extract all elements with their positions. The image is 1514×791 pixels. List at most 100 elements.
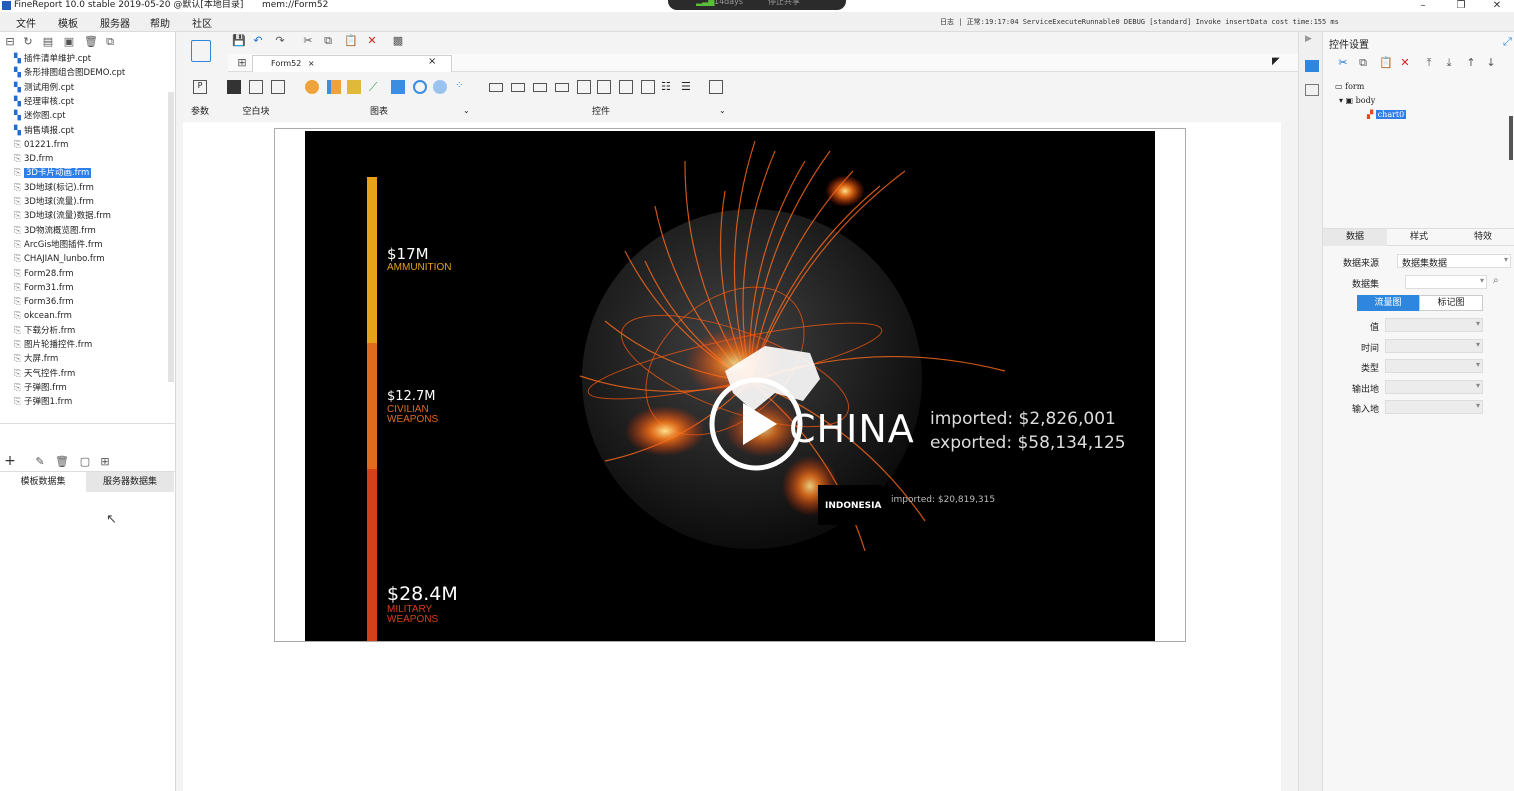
file-item[interactable]: ⎘ 下载分析.frm [14, 324, 75, 338]
log-status[interactable]: 日志 | 正常:19:17:04 ServiceExecuteRunnable0… [940, 17, 1339, 27]
data-source-select[interactable]: 数据集数据 ▾ [1397, 254, 1511, 269]
file-item[interactable]: ⎘ 子弹图.frm [14, 381, 67, 395]
file-item[interactable]: ▚ 插件清单维护.cpt [14, 52, 91, 66]
add-dataset-icon[interactable]: + [4, 454, 16, 468]
edit-dataset-icon[interactable]: ✎ [34, 456, 46, 468]
pie-chart-icon[interactable] [305, 80, 319, 94]
stop-share-button[interactable]: 停止共享 [768, 0, 800, 12]
toggle-marker-map[interactable]: 标记图 [1419, 295, 1483, 311]
panel-scroll-handle[interactable] [1509, 116, 1513, 160]
file-item[interactable]: ⎘ Form28.frm [14, 267, 74, 281]
file-item[interactable]: ⎘ 3D地球(标记).frm [14, 181, 94, 195]
locate-icon[interactable]: ▣ [63, 36, 75, 48]
preview-dataset-icon[interactable]: ▢ [79, 456, 91, 468]
file-item[interactable]: ⎘ 子弹图1.frm [14, 395, 72, 409]
tab-effects[interactable]: 特效 [1451, 229, 1514, 246]
paste-icon[interactable]: 📋 [344, 35, 358, 47]
file-item[interactable]: ⎘ 图片轮播控件.frm [14, 338, 92, 352]
new-folder-icon[interactable]: ⊟ [4, 36, 16, 48]
delete-icon[interactable]: ✕ [366, 35, 378, 47]
list-widget-icon[interactable] [619, 80, 633, 94]
blank-block-icon[interactable] [227, 80, 241, 94]
menu-server[interactable]: 服务器 [100, 15, 130, 30]
copy-icon[interactable]: ⧉ [104, 36, 116, 48]
field-select[interactable]: ▾ [1385, 400, 1483, 414]
dataset-select[interactable]: ▾ [1405, 275, 1487, 289]
dataset-settings-icon[interactable]: ⊞ [99, 456, 111, 468]
screen-share-bar[interactable]: ▂▃▅ 14days 停止共享 [668, 0, 846, 10]
open-icon[interactable]: ▤ [42, 36, 54, 48]
move-bottom-icon[interactable]: ⤓ [1443, 57, 1455, 69]
chart-group-expand-icon[interactable]: ⌄ [463, 106, 470, 115]
copy-icon[interactable]: ⧉ [322, 35, 334, 47]
file-list-scrollbar[interactable] [168, 92, 174, 382]
move-down-icon[interactable]: ↓ [1485, 57, 1497, 69]
combo-widget-icon[interactable] [533, 83, 547, 92]
menu-help[interactable]: 帮助 [150, 15, 170, 30]
file-item[interactable]: ▚ 迷你图.cpt [14, 109, 66, 123]
radio-widget-icon[interactable]: ☰ [681, 80, 695, 94]
canvas-vscroll[interactable] [1281, 122, 1291, 791]
chart0[interactable]: $17M AMMUNITION $12.7M CIVILIAN WEAPONS … [305, 131, 1155, 641]
widget-settings-tab-icon[interactable] [1305, 60, 1319, 72]
file-item[interactable]: ⎘ ArcGis地图插件.frm [14, 238, 103, 252]
tree-widget-icon[interactable] [577, 80, 591, 94]
tab-style[interactable]: 样式 [1387, 229, 1451, 246]
file-item[interactable]: ⎘ 3D卡片动画.frm [14, 166, 92, 180]
tab-template-datasets[interactable]: 模板数据集 [0, 472, 86, 492]
file-item[interactable]: ⎘ CHAJIAN_lunbo.frm [14, 252, 104, 266]
tree-node-chart0[interactable]: ▞ chart0 [1367, 110, 1407, 119]
delete-icon[interactable]: 🗑 [84, 36, 98, 48]
tab-server-datasets[interactable]: 服务器数据集 [86, 472, 174, 492]
tab-menu-icon[interactable]: ◤ [1272, 56, 1280, 67]
file-item[interactable]: ▚ 条形排图组合图DEMO.cpt [14, 66, 125, 80]
menu-file[interactable]: 文件 [16, 15, 36, 30]
textbox-widget-icon[interactable] [511, 83, 525, 92]
file-item[interactable]: ⎘ 天气控件.frm [14, 367, 75, 381]
gauge-chart-icon[interactable] [413, 80, 427, 94]
date-widget-icon[interactable] [555, 83, 569, 92]
component-library-icon[interactable] [191, 40, 211, 62]
checkbox-widget-icon[interactable]: ☷ [661, 80, 675, 94]
file-item[interactable]: ⎘ okcean.frm [14, 309, 72, 323]
move-top-icon[interactable]: ⤒ [1423, 57, 1435, 69]
label-widget-icon[interactable] [641, 80, 655, 94]
file-item[interactable]: ⎘ 3D地球(流量)数据.frm [14, 209, 111, 223]
field-select[interactable]: ▾ [1385, 338, 1483, 353]
report-block-icon[interactable] [709, 80, 723, 94]
delete-icon[interactable]: ✕ [1399, 57, 1411, 69]
save-icon[interactable]: 💾 [232, 35, 246, 47]
area-chart-icon[interactable] [391, 80, 405, 94]
search-icon[interactable]: ⌕ [1493, 275, 1499, 286]
absolute-block-icon[interactable] [271, 80, 285, 94]
field-select[interactable]: ▾ [1385, 379, 1483, 394]
menu-template[interactable]: 模板 [58, 15, 78, 30]
maximize-button[interactable]: ❐ [1452, 0, 1470, 12]
close-window-button[interactable]: ✕ [1488, 0, 1506, 12]
undo-icon[interactable]: ↶ [252, 35, 264, 47]
tab-block-icon[interactable] [249, 80, 263, 94]
file-list-hscroll[interactable] [0, 423, 176, 431]
file-item[interactable]: ▚ 销售填报.cpt [14, 124, 74, 138]
line-chart-icon[interactable]: ⟋ [369, 80, 383, 94]
redo-icon[interactable]: ↷ [274, 35, 286, 47]
table-widget-icon[interactable] [597, 80, 611, 94]
tab-list-icon[interactable]: ⊞ [236, 57, 248, 69]
close-all-tabs-icon[interactable]: × [428, 56, 436, 67]
tab-close-icon[interactable]: × [308, 59, 315, 68]
toggle-flow-map[interactable]: 流量图 [1357, 295, 1419, 311]
collapse-icon[interactable]: ▶ [1305, 34, 1312, 44]
cut-icon[interactable]: ✂ [302, 35, 314, 47]
tree-node-form[interactable]: ▭ form [1335, 82, 1364, 91]
bar-chart-icon[interactable] [327, 80, 341, 94]
copy-icon[interactable]: ⧉ [1357, 57, 1369, 69]
tab-form52[interactable]: Form52 × [252, 55, 452, 72]
minimize-button[interactable]: – [1414, 0, 1432, 12]
field-select[interactable]: ▾ [1385, 318, 1483, 332]
form-body[interactable]: $17M AMMUNITION $12.7M CIVILIAN WEAPONS … [274, 128, 1186, 642]
format-painter-icon[interactable]: ▩ [392, 35, 404, 47]
move-up-icon[interactable]: ↑ [1465, 57, 1477, 69]
stacked-bar-icon[interactable] [347, 80, 361, 94]
paste-icon[interactable]: 📋 [1379, 57, 1393, 69]
design-canvas[interactable]: $17M AMMUNITION $12.7M CIVILIAN WEAPONS … [183, 122, 1281, 791]
